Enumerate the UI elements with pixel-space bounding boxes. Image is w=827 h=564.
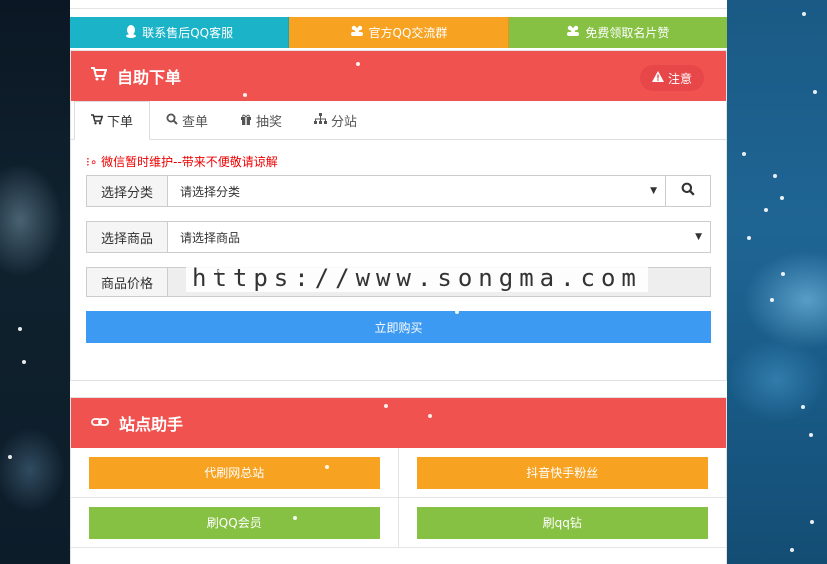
contact-support-label: 联系售后QQ客服 — [142, 26, 234, 40]
snowflake — [810, 520, 814, 524]
douyin-kuaishou-fans-label: 抖音快手粉丝 — [526, 466, 599, 480]
snowflake — [742, 152, 746, 156]
tab-lottery-label: 抽奖 — [256, 114, 283, 130]
snowflake — [243, 93, 247, 97]
caret-down-icon: ▼ — [650, 186, 657, 196]
free-likes-button[interactable]: 免费领取名片赞 — [508, 17, 727, 48]
background-left — [0, 0, 70, 564]
qq-group-button[interactable]: 官方QQ交流群 — [289, 17, 509, 48]
gift-icon — [240, 113, 252, 128]
main-site-button[interactable]: 代刷网总站 — [88, 456, 380, 489]
price-input: https://www.songma.com — [168, 264, 710, 296]
snowflake — [428, 414, 432, 418]
qq-group-label: 官方QQ交流群 — [368, 26, 448, 40]
tab-query[interactable]: 查单 — [150, 101, 224, 139]
helper-cell: 刷qq钻 — [398, 498, 726, 548]
link-icon — [91, 414, 109, 432]
snowflake — [18, 327, 22, 331]
order-panel: 自助下单 注意 下单 查单 抽奖 分站 ⁝∘ 微信暂时维护--带来不便敬请谅解 … — [70, 50, 727, 381]
helper-cell: 刷QQ会员 — [71, 498, 399, 548]
cart-icon — [91, 113, 104, 128]
qq-diamond-label: 刷qq钻 — [542, 516, 582, 530]
category-label: 选择分类 — [87, 176, 168, 206]
snowflake — [802, 12, 806, 16]
snowflake — [790, 548, 794, 552]
main-page: 联系售后QQ客服 官方QQ交流群 免费领取名片赞 自助下单 注意 下单 查单 抽… — [70, 0, 727, 564]
snowflake — [356, 62, 360, 66]
product-field: 选择商品 请选择商品 ▼ — [86, 221, 711, 253]
main-site-label: 代刷网总站 — [204, 466, 265, 480]
douyin-kuaishou-fans-button[interactable]: 抖音快手粉丝 — [416, 456, 708, 489]
category-select-value: 请选择分类 — [180, 184, 241, 199]
notice-label: 注意 — [667, 71, 692, 86]
background-right — [727, 0, 827, 564]
tab-order[interactable]: 下单 — [74, 101, 151, 140]
search-icon — [681, 182, 695, 200]
product-label: 选择商品 — [87, 222, 168, 252]
snowflake — [770, 298, 774, 302]
snowflake — [764, 208, 768, 212]
snowflake — [325, 465, 329, 469]
qq-vip-button[interactable]: 刷QQ会员 — [88, 506, 380, 539]
watermark-text: https://www.songma.com — [186, 264, 648, 292]
snowflake — [530, 230, 534, 234]
contact-support-button[interactable]: 联系售后QQ客服 — [70, 17, 290, 48]
helper-panel: 站点助手 代刷网总站 抖音快手粉丝 刷QQ会员 刷qq钻 — [70, 397, 727, 564]
buy-now-button[interactable]: 立即购买 — [86, 311, 711, 343]
contact-bar: 联系售后QQ客服 官方QQ交流群 免费领取名片赞 — [70, 17, 727, 48]
order-panel-header: 自助下单 注意 — [71, 51, 726, 101]
snowflake — [773, 174, 777, 178]
tab-lottery[interactable]: 抽奖 — [224, 101, 298, 139]
snowflake — [801, 405, 805, 409]
free-likes-label: 免费领取名片赞 — [585, 26, 670, 40]
top-strip — [70, 0, 727, 9]
price-field: 商品价格 https://www.songma.com — [86, 264, 711, 297]
helper-cell: 代刷网总站 — [71, 448, 399, 498]
tab-substation[interactable]: 分站 — [298, 101, 373, 139]
snowflake — [293, 516, 297, 520]
price-label: 商品价格 — [87, 268, 168, 296]
snowflake — [600, 140, 604, 144]
order-panel-title: 自助下单 — [117, 68, 182, 87]
tab-query-label: 查单 — [182, 114, 209, 130]
category-select[interactable]: 请选择分类 ▼ — [168, 176, 665, 206]
notice-button[interactable]: 注意 — [639, 65, 704, 91]
category-field: 选择分类 请选择分类 ▼ — [86, 175, 711, 207]
snowflake — [8, 455, 12, 459]
helper-cell: 抖音快手粉丝 — [398, 448, 726, 498]
qq-penguin-icon — [125, 24, 137, 41]
maintenance-notice: ⁝∘ 微信暂时维护--带来不便敬请谅解 — [86, 155, 278, 169]
order-tabs: 下单 查单 抽奖 分站 — [71, 101, 726, 140]
qq-diamond-button[interactable]: 刷qq钻 — [416, 506, 708, 539]
snowflake — [441, 491, 445, 495]
order-form: ⁝∘ 微信暂时维护--带来不便敬请谅解 选择分类 请选择分类 ▼ 选择商品 请选… — [71, 140, 726, 343]
snowflake — [384, 404, 388, 408]
group-icon — [566, 25, 580, 40]
helper-panel-title: 站点助手 — [119, 415, 184, 434]
snowflake — [809, 433, 813, 437]
snowflake — [813, 90, 817, 94]
helper-grid: 代刷网总站 抖音快手粉丝 刷QQ会员 刷qq钻 — [71, 448, 726, 548]
product-select[interactable]: 请选择商品 ▼ — [168, 222, 710, 252]
qq-vip-label: 刷QQ会员 — [206, 516, 262, 530]
search-button[interactable] — [665, 176, 710, 206]
cart-icon — [91, 67, 108, 85]
group-icon — [350, 25, 364, 40]
tab-order-label: 下单 — [107, 115, 134, 130]
product-select-value: 请选择商品 — [180, 230, 241, 245]
snowflake — [781, 272, 785, 276]
caret-down-icon: ▼ — [695, 232, 702, 242]
tab-substation-label: 分站 — [331, 114, 358, 130]
snowflake — [780, 196, 784, 200]
snowflake — [22, 360, 26, 364]
snowflake — [455, 310, 459, 314]
helper-panel-header: 站点助手 — [71, 398, 726, 448]
sitemap-icon — [314, 112, 328, 128]
snowflake — [218, 269, 222, 273]
search-icon — [166, 113, 178, 128]
snowflake — [747, 236, 751, 240]
warning-icon — [651, 71, 664, 85]
maintenance-notice-text: 微信暂时维护--带来不便敬请谅解 — [101, 155, 278, 169]
buy-now-label: 立即购买 — [374, 320, 423, 335]
